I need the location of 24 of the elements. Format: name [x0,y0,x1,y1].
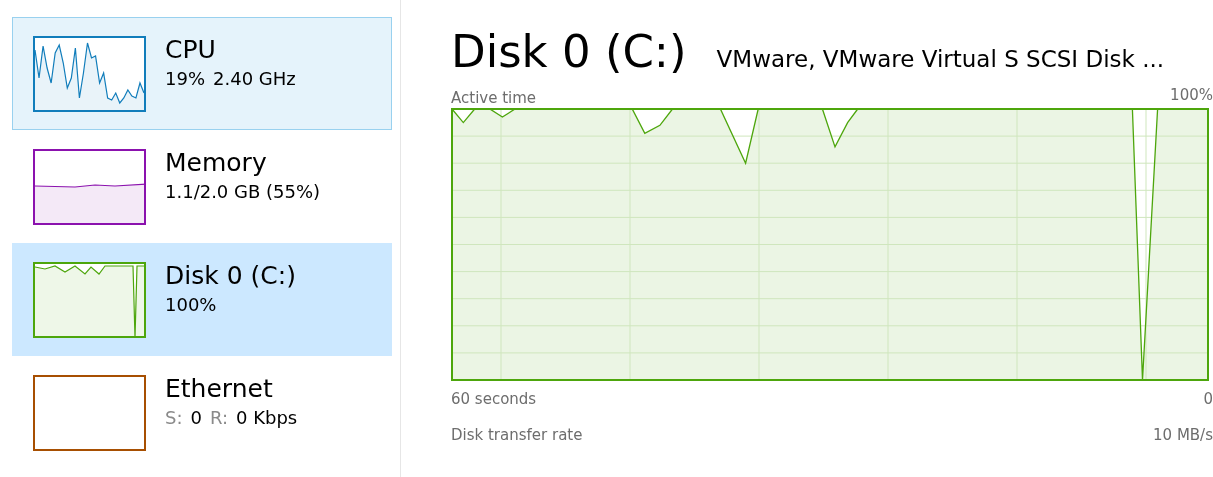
detail-value: 19% [165,67,205,91]
axis-label: 60 seconds [451,389,537,409]
axis-label: 100% [1170,85,1213,105]
item-name: CPU [165,34,217,66]
chart-title: Disk transfer rate [451,425,583,445]
sidebar-item[interactable]: CPU 19% 2.40 GHz [12,17,392,130]
page-title: Disk 0 (C:) [451,24,687,80]
detail-value: 0 Kbps [236,406,298,430]
axis-label: 0 [1203,389,1213,409]
detail-value: 0 [190,406,202,430]
detail-label: S: [165,406,183,430]
detail-value: 1.1/2.0 GB (55%) [165,180,321,204]
chart-title: Active time [451,88,537,108]
device-model: VMware, VMware Virtual S SCSI Disk ... [716,45,1165,74]
detail-label: R: [209,406,228,430]
item-name: Disk 0 (C:) [165,260,296,292]
axis-label: 10 MB/s [1153,425,1213,445]
item-name: Memory [165,147,268,179]
sidebar-item[interactable]: Memory 1.1/2.0 GB (55%) [12,130,392,243]
item-name: Ethernet [165,373,274,405]
detail-value: 100% [165,293,217,317]
detail-value: 2.40 GHz [213,67,296,91]
sidebar-item[interactable]: Ethernet S: 0 R: 0 Kbps [12,356,392,469]
sidebar-item[interactable]: Disk 0 (C:) 100% [12,243,392,356]
